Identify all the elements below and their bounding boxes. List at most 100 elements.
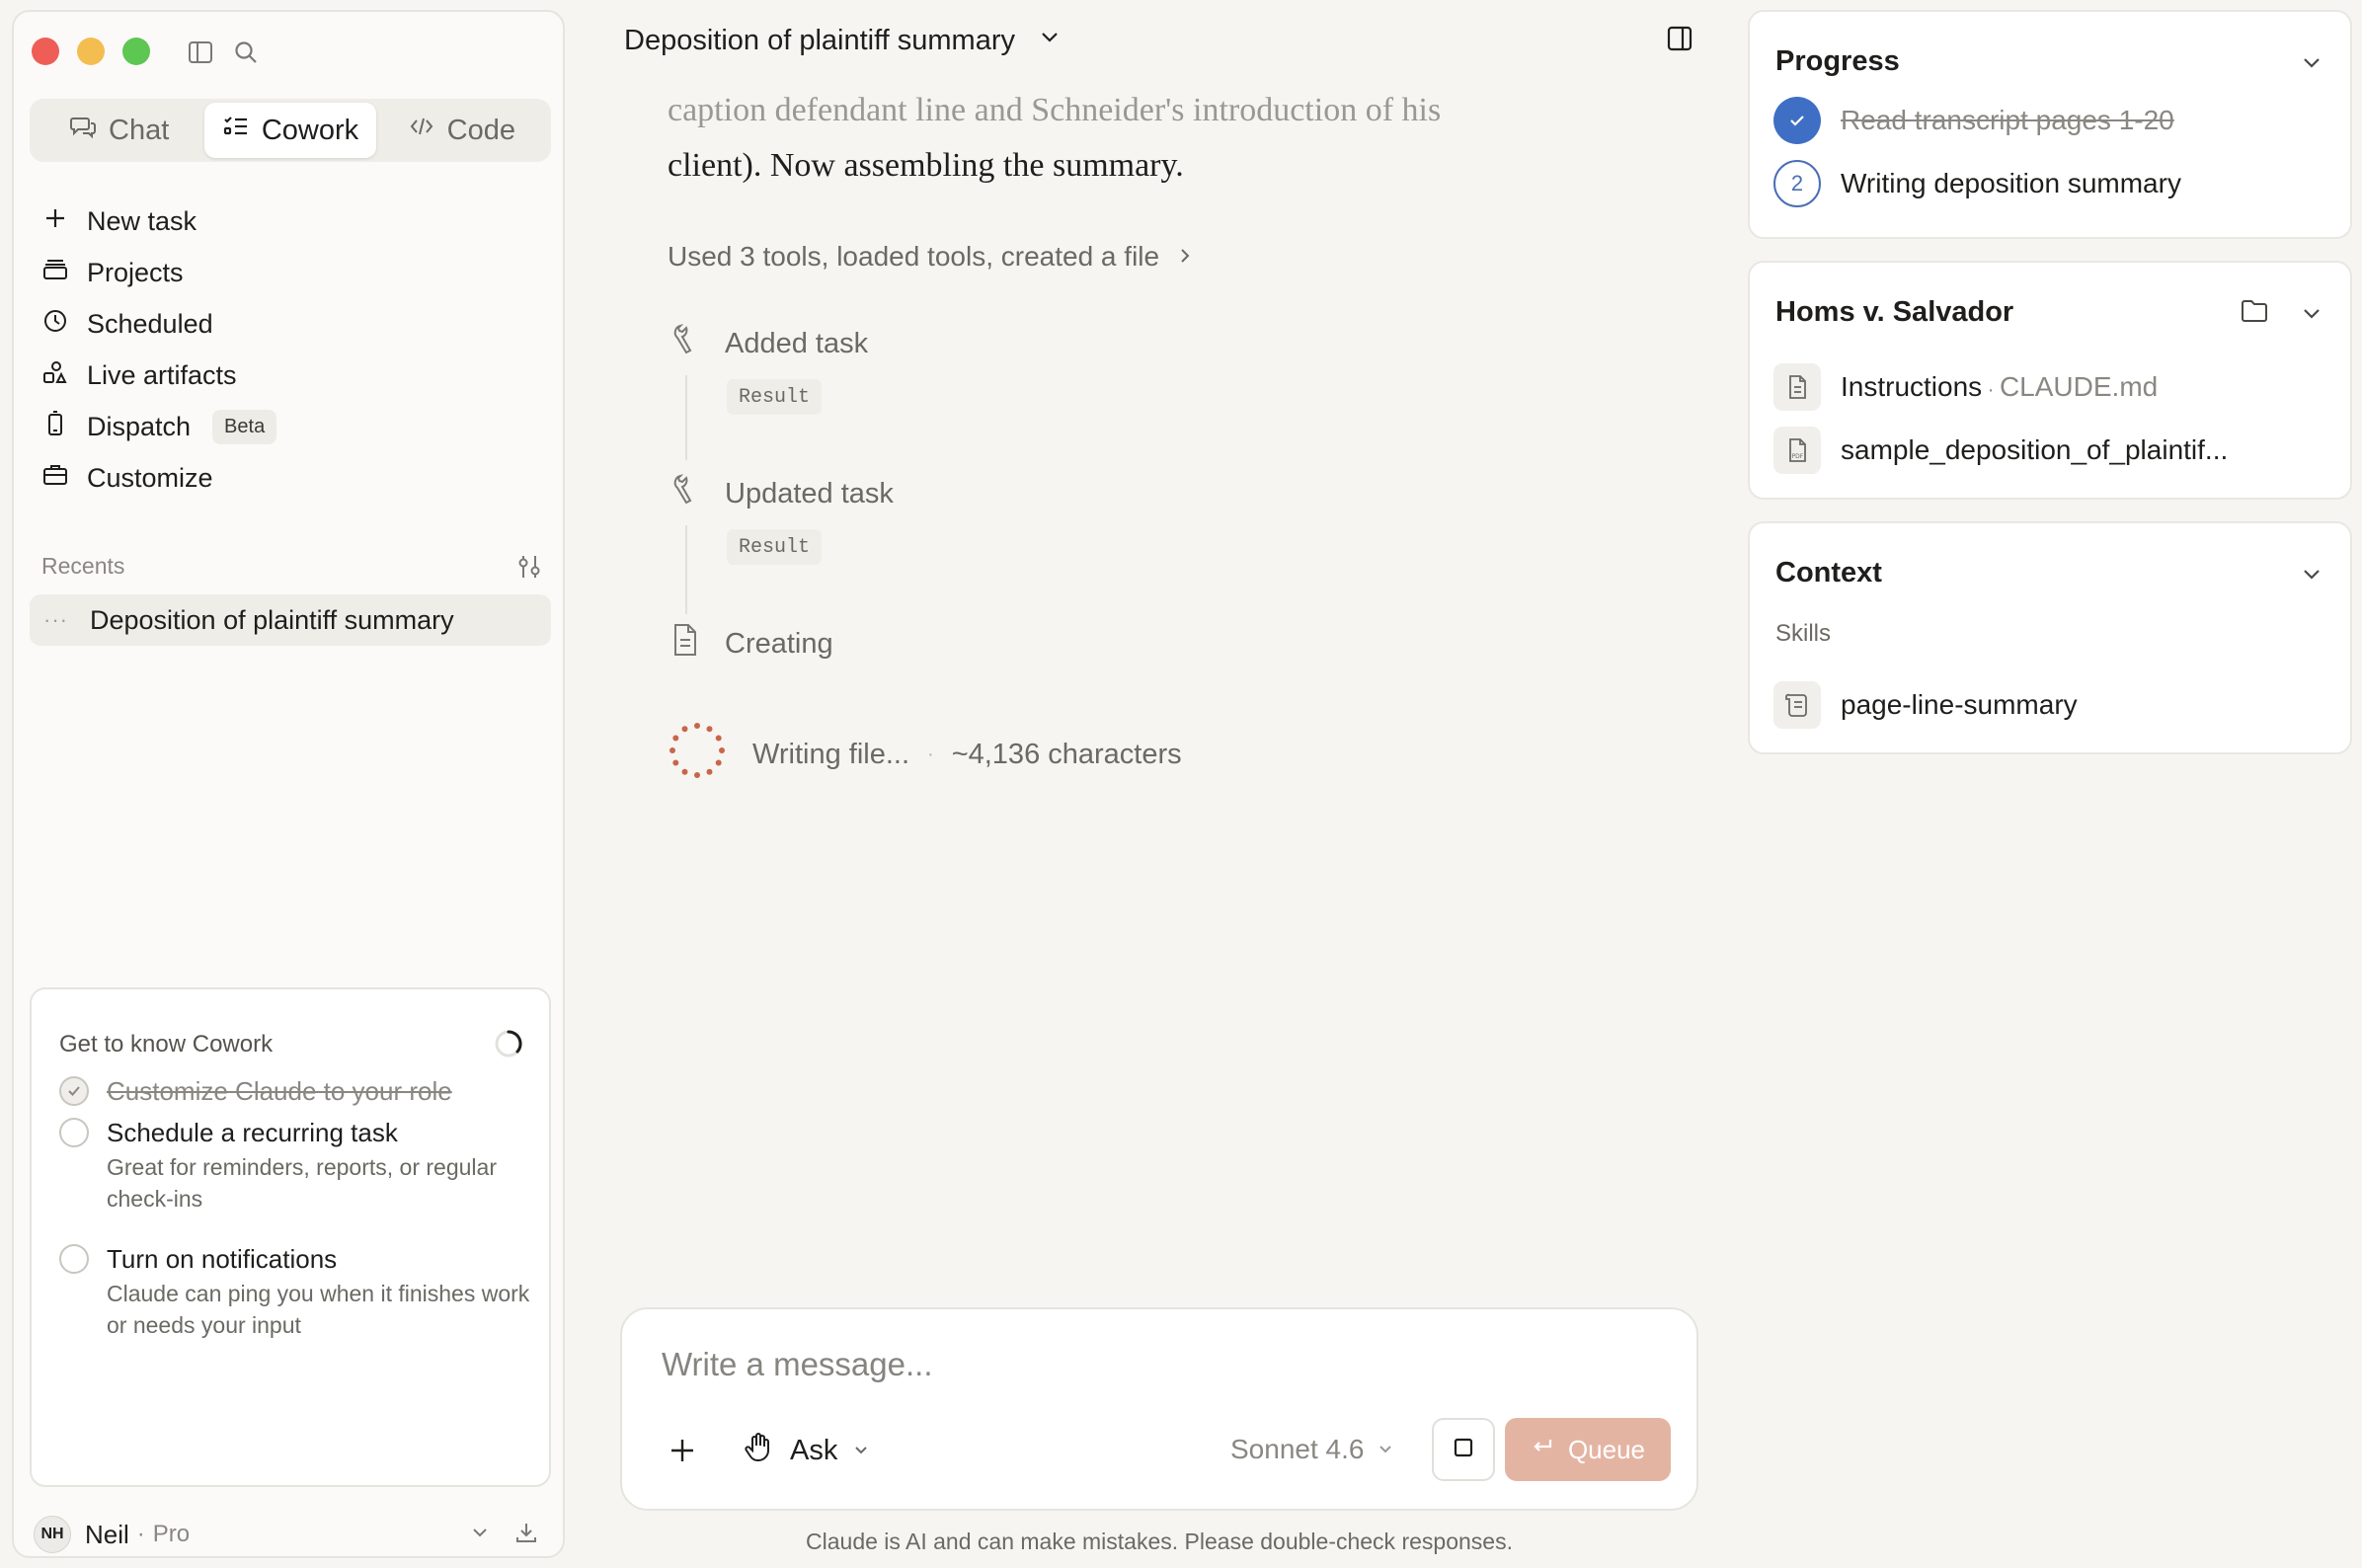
svg-text:PDF: PDF	[1792, 453, 1804, 460]
chevron-down-icon[interactable]	[468, 1521, 492, 1549]
project-card: Homs v. Salvador Instructions · CLAUDE.m…	[1748, 261, 2352, 500]
disclaimer-text: Claude is AI and can make mistakes. Plea…	[806, 1529, 1513, 1554]
chevron-down-icon	[1037, 24, 1063, 57]
mode-select-button[interactable]: Ask	[743, 1430, 871, 1471]
page-title: Deposition of plaintiff summary	[624, 24, 1015, 56]
hand-icon	[743, 1430, 776, 1471]
assistant-message-line: client). Now assembling the summary.	[668, 147, 1184, 184]
timeline-line	[685, 525, 687, 614]
chevron-down-icon[interactable]	[2299, 300, 2324, 331]
onboarding-item-subtitle: Claude can ping you when it finishes wor…	[107, 1281, 530, 1338]
beta-badge: Beta	[212, 409, 277, 444]
model-label: Sonnet 4.6	[1230, 1434, 1365, 1464]
get-to-know-title: Get to know Cowork	[59, 1031, 274, 1058]
result-chip[interactable]: Result	[727, 379, 823, 415]
checklist-icon	[222, 113, 250, 148]
step-number: 2	[1773, 160, 1821, 207]
onboarding-item-title: Schedule a recurring task	[107, 1118, 398, 1147]
project-title: Homs v. Salvador	[1775, 296, 2014, 328]
recents-heading: Recents	[41, 553, 125, 579]
tab-cowork[interactable]: Cowork	[204, 103, 376, 158]
model-select-button[interactable]: Sonnet 4.6	[1230, 1434, 1395, 1465]
chat-bubbles-icon	[69, 113, 97, 148]
sidebar-item-projects[interactable]: Projects	[30, 247, 551, 298]
empty-circle-icon[interactable]	[59, 1244, 89, 1274]
tool-step[interactable]: Creating	[668, 622, 833, 666]
folder-icon[interactable]	[2240, 296, 2269, 331]
document-icon	[668, 622, 703, 666]
sidebar-item-scheduled[interactable]: Scheduled	[30, 298, 551, 350]
pdf-icon: PDF	[1773, 427, 1821, 474]
queue-button[interactable]: Queue	[1505, 1418, 1671, 1481]
chevron-down-icon	[851, 1435, 871, 1467]
briefcase-icon	[41, 461, 69, 496]
recent-item[interactable]: ··· Deposition of plaintiff summary	[30, 594, 551, 646]
plus-icon	[666, 1440, 699, 1471]
clock-icon	[41, 307, 69, 342]
filter-sliders-icon[interactable]	[515, 553, 543, 586]
user-plan-separator: ·	[136, 1521, 145, 1547]
sidebar-item-label: Live artifacts	[87, 359, 237, 390]
writing-status: Writing file... · ~4,136 characters	[668, 721, 1182, 788]
sidebar-item-dispatch[interactable]: Dispatch Beta	[30, 401, 551, 452]
tool-step-label: Added task	[725, 327, 869, 359]
add-attachment-button[interactable]	[666, 1434, 699, 1472]
file-item[interactable]: Instructions · CLAUDE.md	[1773, 363, 2158, 411]
get-to-know-panel: Get to know Cowork Customize Claude to y…	[30, 987, 551, 1487]
user-account-row[interactable]: NH Neil · Pro	[34, 1511, 555, 1558]
tab-chat-label: Chat	[109, 114, 170, 146]
file-item[interactable]: PDF sample_deposition_of_plaintif...	[1773, 427, 2228, 474]
chevron-down-icon[interactable]	[2299, 49, 2324, 80]
sidebar-item-customize[interactable]: Customize	[30, 452, 551, 504]
empty-circle-icon[interactable]	[59, 1118, 89, 1147]
sidebar-item-label: Projects	[87, 257, 184, 287]
plus-icon	[41, 204, 69, 239]
sidebar-item-live-artifacts[interactable]: Live artifacts	[30, 350, 551, 401]
tool-step-label: Creating	[725, 627, 833, 660]
chevron-down-icon[interactable]	[2299, 561, 2324, 591]
queue-label: Queue	[1567, 1434, 1646, 1464]
file-name: Instructions	[1841, 371, 1983, 402]
progress-item-label: Writing deposition summary	[1841, 168, 2181, 198]
right-panel-toggle-icon[interactable]	[1665, 24, 1694, 58]
conversation-title-button[interactable]: Deposition of plaintiff summary	[624, 24, 1063, 57]
tab-cowork-label: Cowork	[261, 114, 359, 146]
tool-step[interactable]: Added task	[668, 322, 868, 365]
progress-item: 2 Writing deposition summary	[1773, 160, 2181, 207]
stop-square-icon	[1453, 1437, 1474, 1463]
progress-card: Progress Read transcript pages 1-20 2 Wr…	[1748, 10, 2352, 239]
tools-summary-text: Used 3 tools, loaded tools, created a fi…	[668, 241, 1160, 272]
skill-item[interactable]: page-line-summary	[1773, 681, 2078, 729]
context-title: Context	[1775, 557, 1882, 588]
document-icon	[1773, 363, 1821, 411]
maximize-window-button[interactable]	[122, 38, 150, 65]
tools-summary-toggle[interactable]: Used 3 tools, loaded tools, created a fi…	[668, 241, 1195, 273]
user-name: Neil	[85, 1519, 129, 1549]
tab-chat[interactable]: Chat	[34, 103, 204, 158]
assistant-message-line: caption defendant line and Schneider's i…	[668, 92, 1442, 128]
skills-label: Skills	[1775, 620, 1832, 647]
recent-item-label: Deposition of plaintiff summary	[89, 604, 454, 635]
onboarding-item-title: Turn on notifications	[107, 1244, 338, 1274]
code-brackets-icon	[408, 113, 435, 148]
chevron-down-icon	[1376, 1434, 1395, 1465]
sidebar-item-new-task[interactable]: New task	[30, 196, 551, 247]
phone-icon	[41, 410, 69, 444]
tool-step[interactable]: Updated task	[668, 472, 894, 515]
minimize-window-button[interactable]	[77, 38, 105, 65]
sidebar-item-label: Dispatch	[87, 411, 192, 441]
close-window-button[interactable]	[32, 38, 59, 65]
message-input[interactable]	[662, 1343, 1550, 1386]
return-arrow-icon	[1531, 1435, 1554, 1465]
sidebar-toggle-icon[interactable]	[184, 36, 217, 69]
result-chip[interactable]: Result	[727, 529, 823, 565]
recent-item-prefix: ···	[43, 607, 68, 632]
tool-step-label: Updated task	[725, 477, 894, 510]
download-icon[interactable]	[513, 1520, 539, 1550]
search-icon[interactable]	[229, 36, 263, 69]
tab-code[interactable]: Code	[376, 103, 547, 158]
assistant-message: caption defendant line and Schneider's i…	[668, 83, 1556, 194]
checkmark-icon[interactable]	[59, 1076, 89, 1106]
stop-button[interactable]	[1432, 1418, 1495, 1481]
user-plan: Pro	[152, 1521, 191, 1547]
